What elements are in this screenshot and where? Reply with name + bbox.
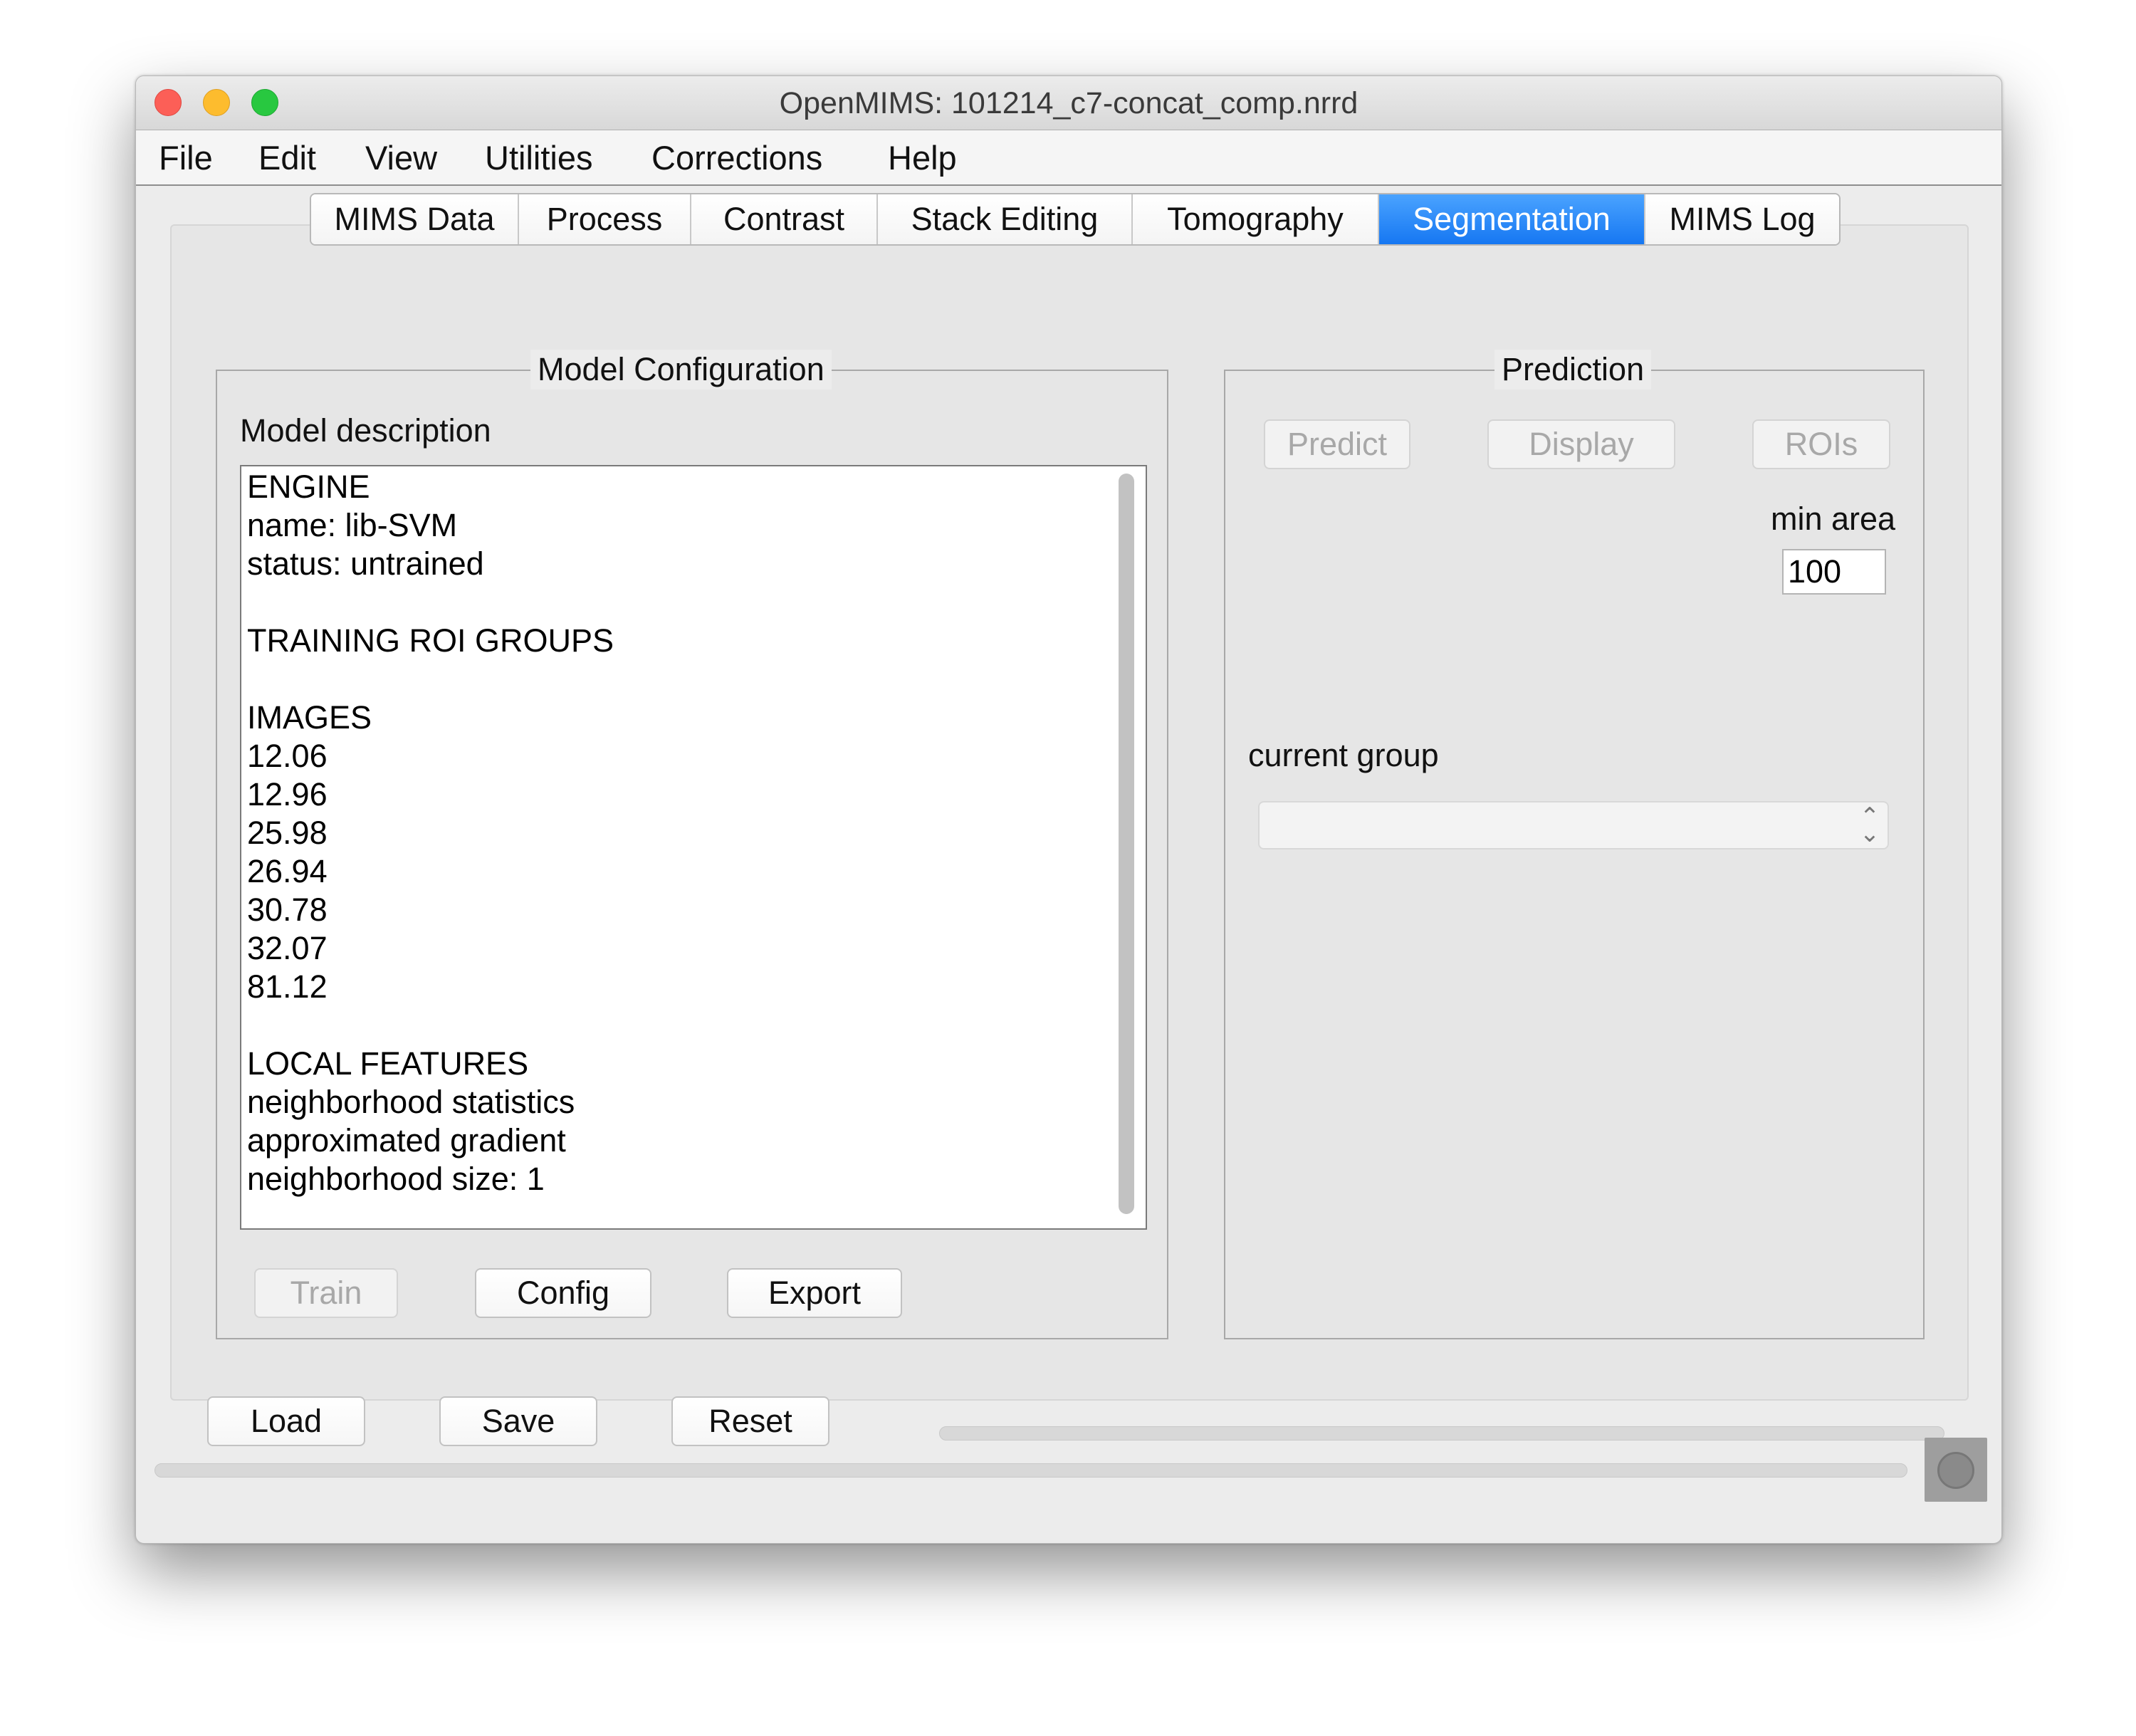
description-scrollbar[interactable] (1117, 474, 1136, 1217)
tab-mims-data[interactable]: MIMS Data (311, 194, 519, 244)
description-line: 25.98 (247, 815, 328, 851)
description-line: name: lib-SVM (247, 507, 458, 543)
select-arrows-icon: ⌃ ⌄ (1859, 803, 1880, 847)
tab-process[interactable]: Process (519, 194, 691, 244)
train-button[interactable]: Train (254, 1268, 398, 1318)
config-button[interactable]: Config (475, 1268, 651, 1318)
status-indicator-icon (1925, 1438, 1987, 1502)
model-description-label: Model description (240, 412, 491, 449)
export-button[interactable]: Export (727, 1268, 902, 1318)
description-line: 12.96 (247, 776, 328, 812)
tab-content-panel: Model Configuration Model description EN… (170, 224, 1969, 1446)
description-line: 12.06 (247, 738, 328, 774)
menu-utilities[interactable]: Utilities (485, 130, 592, 186)
min-area-input[interactable]: 100 (1782, 549, 1886, 595)
load-button[interactable]: Load (207, 1396, 365, 1446)
predict-button[interactable]: Predict (1264, 419, 1410, 469)
description-line: approximated gradient (247, 1122, 566, 1159)
description-line: status: untrained (247, 545, 484, 582)
status-progress-bar (155, 1463, 1907, 1478)
segmentation-progress-bar (939, 1426, 1944, 1440)
menu-edit[interactable]: Edit (258, 130, 316, 186)
menu-help[interactable]: Help (888, 130, 957, 186)
prediction-legend: Prediction (1494, 350, 1652, 389)
tab-contrast[interactable]: Contrast (691, 194, 878, 244)
window-title: OpenMIMS: 101214_c7-concat_comp.nrrd (779, 86, 1358, 120)
description-line: 81.12 (247, 968, 328, 1005)
app-window: OpenMIMS: 101214_c7-concat_comp.nrrd Fil… (135, 75, 2002, 1544)
description-line: 30.78 (247, 891, 328, 928)
tab-tomography[interactable]: Tomography (1133, 194, 1379, 244)
menu-view[interactable]: View (365, 130, 437, 186)
tab-segmentation[interactable]: Segmentation (1379, 194, 1645, 244)
model-configuration-legend: Model Configuration (530, 350, 832, 389)
status-indicator-circle (1937, 1452, 1974, 1489)
description-line: IMAGES (247, 699, 372, 736)
rois-button[interactable]: ROIs (1752, 419, 1890, 469)
description-scrollbar-thumb[interactable] (1119, 474, 1134, 1214)
description-line: ENGINE (247, 469, 370, 505)
display-button[interactable]: Display (1487, 419, 1675, 469)
model-description-textarea[interactable]: ENGINE name: lib-SVM status: untrained T… (240, 465, 1147, 1230)
menu-corrections[interactable]: Corrections (651, 130, 822, 186)
min-area-label: min area (1771, 501, 1896, 537)
menu-bar: File Edit View Utilities Corrections Hel… (136, 130, 2001, 186)
title-bar: OpenMIMS: 101214_c7-concat_comp.nrrd (136, 76, 2001, 130)
description-line: TRAINING ROI GROUPS (247, 622, 614, 659)
description-line: neighborhood size: 1 (247, 1161, 545, 1197)
current-group-label: current group (1248, 737, 1439, 773)
menu-file[interactable]: File (159, 130, 213, 186)
reset-button[interactable]: Reset (671, 1396, 829, 1446)
tab-mims-log[interactable]: MIMS Log (1645, 194, 1839, 244)
tab-strip: MIMS Data Process Contrast Stack Editing… (310, 193, 1841, 246)
description-line: 26.94 (247, 853, 328, 889)
description-line: LOCAL FEATURES (247, 1045, 529, 1082)
description-line: 32.07 (247, 930, 328, 966)
save-button[interactable]: Save (439, 1396, 597, 1446)
current-group-select[interactable]: ⌃ ⌄ (1258, 801, 1889, 849)
tab-stack-editing[interactable]: Stack Editing (878, 194, 1133, 244)
description-line: neighborhood statistics (247, 1084, 575, 1120)
